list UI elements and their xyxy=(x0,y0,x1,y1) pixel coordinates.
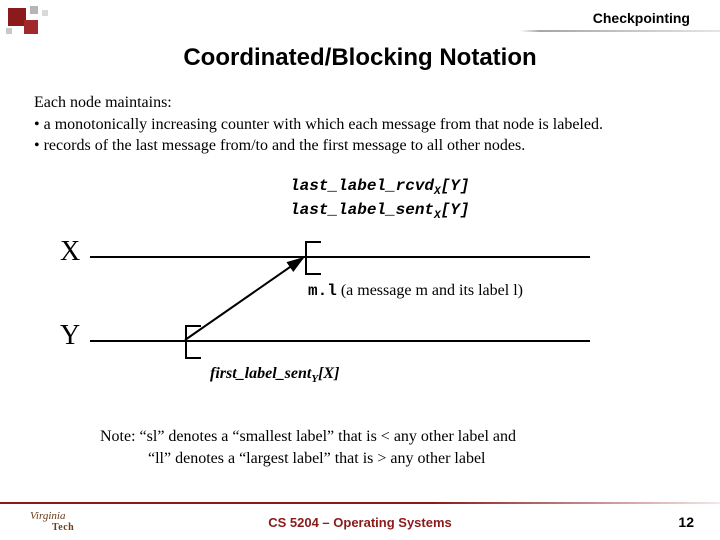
code-line-2: last_label_sentX[Y] xyxy=(290,200,469,224)
top-rule xyxy=(0,30,720,32)
body-text: Each node maintains: • a monotonically i… xyxy=(34,92,690,157)
process-y-label: Y xyxy=(60,320,80,352)
slide-title: Coordinated/Blocking Notation xyxy=(0,44,720,72)
section-label: Checkpointing xyxy=(593,10,690,26)
footer-rule xyxy=(0,502,720,504)
intro-line: Each node maintains: xyxy=(34,92,690,114)
bullet-2: • records of the last message from/to an… xyxy=(34,135,690,157)
code-line-1: last_label_rcvdX[Y] xyxy=(290,176,469,200)
process-x-label: X xyxy=(60,236,80,268)
message-label: m.l (a message m and its label l) xyxy=(308,282,523,300)
timeline-y xyxy=(90,340,590,342)
slide: Checkpointing Coordinated/Blocking Notat… xyxy=(0,0,720,540)
bullet-1: • a monotonically increasing counter wit… xyxy=(34,114,690,136)
note-line-1: Note: “sl” denotes a “smallest label” th… xyxy=(100,426,640,448)
first-label-sent: first_label_sentY[X] xyxy=(210,365,339,385)
message-arrow xyxy=(185,256,315,342)
note-line-2: “ll” denotes a “largest label” that is >… xyxy=(100,448,640,470)
note-block: Note: “sl” denotes a “smallest label” th… xyxy=(100,426,640,469)
page-number: 12 xyxy=(678,514,694,530)
timeline-x xyxy=(90,256,590,258)
code-block: last_label_rcvdX[Y] last_label_sentX[Y] xyxy=(290,176,469,224)
footer-course: CS 5204 – Operating Systems xyxy=(0,515,720,530)
